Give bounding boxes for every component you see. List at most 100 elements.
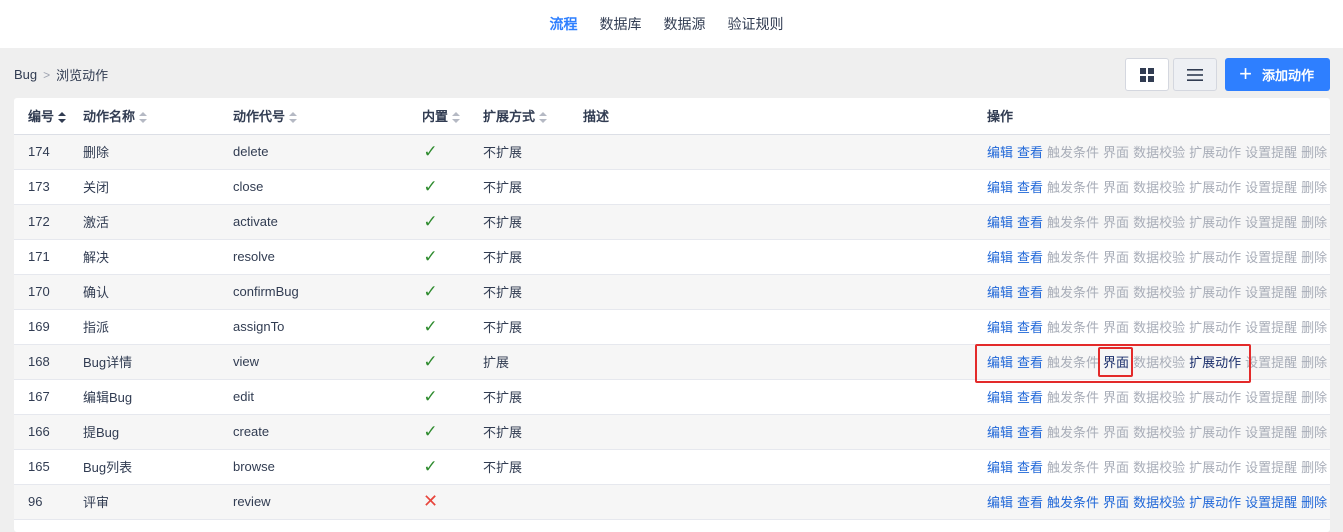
- action-delete-link[interactable]: 删除: [1301, 457, 1327, 476]
- action-extend-action-link[interactable]: 扩展动作: [1189, 492, 1241, 511]
- action-set-reminder-link[interactable]: 设置提醒: [1245, 492, 1297, 511]
- nav-datasource[interactable]: 数据源: [664, 14, 706, 34]
- col-code[interactable]: 动作代号: [233, 98, 408, 135]
- action-view-link[interactable]: 查看: [1017, 177, 1043, 196]
- action-set-reminder-link[interactable]: 设置提醒: [1245, 142, 1297, 161]
- action-ui-link[interactable]: 界面: [1103, 247, 1129, 266]
- action-data-validation-link[interactable]: 数据校验: [1133, 492, 1185, 511]
- add-action-button[interactable]: + 添加动作: [1225, 58, 1330, 91]
- action-edit-link[interactable]: 编辑: [987, 282, 1013, 301]
- action-edit-link[interactable]: 编辑: [987, 422, 1013, 441]
- action-set-reminder-link[interactable]: 设置提醒: [1245, 247, 1297, 266]
- action-extend-action-link[interactable]: 扩展动作: [1189, 142, 1241, 161]
- nav-flow[interactable]: 流程: [550, 14, 578, 34]
- action-trigger-condition-link[interactable]: 触发条件: [1047, 212, 1099, 231]
- action-edit-link[interactable]: 编辑: [987, 387, 1013, 406]
- nav-validation-rules[interactable]: 验证规则: [728, 14, 784, 34]
- action-data-validation-link[interactable]: 数据校验: [1133, 247, 1185, 266]
- action-set-reminder-link[interactable]: 设置提醒: [1245, 352, 1297, 371]
- action-extend-action-link[interactable]: 扩展动作: [1189, 247, 1241, 266]
- nav-database[interactable]: 数据库: [600, 14, 642, 34]
- action-ui-link[interactable]: 界面: [1103, 352, 1129, 371]
- action-extend-action-link[interactable]: 扩展动作: [1189, 422, 1241, 441]
- action-edit-link[interactable]: 编辑: [987, 352, 1013, 371]
- action-delete-link[interactable]: 删除: [1301, 247, 1327, 266]
- action-data-validation-link[interactable]: 数据校验: [1133, 457, 1185, 476]
- col-name[interactable]: 动作名称: [83, 98, 233, 135]
- action-trigger-condition-link[interactable]: 触发条件: [1047, 352, 1099, 371]
- action-trigger-condition-link[interactable]: 触发条件: [1047, 317, 1099, 336]
- action-delete-link[interactable]: 删除: [1301, 177, 1327, 196]
- action-edit-link[interactable]: 编辑: [987, 142, 1013, 161]
- action-trigger-condition-link[interactable]: 触发条件: [1047, 142, 1099, 161]
- action-data-validation-link[interactable]: 数据校验: [1133, 352, 1185, 371]
- action-set-reminder-link[interactable]: 设置提醒: [1245, 457, 1297, 476]
- action-set-reminder-link[interactable]: 设置提醒: [1245, 317, 1297, 336]
- action-trigger-condition-link[interactable]: 触发条件: [1047, 247, 1099, 266]
- action-delete-link[interactable]: 删除: [1301, 387, 1327, 406]
- action-trigger-condition-link[interactable]: 触发条件: [1047, 387, 1099, 406]
- action-extend-action-link[interactable]: 扩展动作: [1189, 387, 1241, 406]
- action-ui-link[interactable]: 界面: [1103, 317, 1129, 336]
- action-delete-link[interactable]: 删除: [1301, 492, 1327, 511]
- action-extend-action-link[interactable]: 扩展动作: [1189, 177, 1241, 196]
- action-extend-action-link[interactable]: 扩展动作: [1189, 282, 1241, 301]
- action-trigger-condition-link[interactable]: 触发条件: [1047, 422, 1099, 441]
- action-data-validation-link[interactable]: 数据校验: [1133, 282, 1185, 301]
- col-id[interactable]: 编号: [14, 98, 83, 135]
- action-data-validation-link[interactable]: 数据校验: [1133, 422, 1185, 441]
- col-builtin[interactable]: 内置: [408, 98, 483, 135]
- action-trigger-condition-link[interactable]: 触发条件: [1047, 282, 1099, 301]
- action-extend-action-link[interactable]: 扩展动作: [1189, 212, 1241, 231]
- action-set-reminder-link[interactable]: 设置提醒: [1245, 282, 1297, 301]
- action-edit-link[interactable]: 编辑: [987, 317, 1013, 336]
- action-trigger-condition-link[interactable]: 触发条件: [1047, 492, 1099, 511]
- action-ui-link[interactable]: 界面: [1103, 212, 1129, 231]
- action-ui-link[interactable]: 界面: [1103, 142, 1129, 161]
- action-data-validation-link[interactable]: 数据校验: [1133, 317, 1185, 336]
- action-view-link[interactable]: 查看: [1017, 387, 1043, 406]
- list-view-button[interactable]: [1173, 58, 1218, 91]
- action-ui-link[interactable]: 界面: [1103, 387, 1129, 406]
- action-delete-link[interactable]: 删除: [1301, 212, 1327, 231]
- action-set-reminder-link[interactable]: 设置提醒: [1245, 177, 1297, 196]
- col-extend[interactable]: 扩展方式: [483, 98, 583, 135]
- action-extend-action-link[interactable]: 扩展动作: [1189, 317, 1241, 336]
- action-set-reminder-link[interactable]: 设置提醒: [1245, 422, 1297, 441]
- action-ui-link[interactable]: 界面: [1103, 457, 1129, 476]
- action-data-validation-link[interactable]: 数据校验: [1133, 142, 1185, 161]
- action-delete-link[interactable]: 删除: [1301, 317, 1327, 336]
- action-view-link[interactable]: 查看: [1017, 422, 1043, 441]
- action-ui-link[interactable]: 界面: [1103, 282, 1129, 301]
- action-data-validation-link[interactable]: 数据校验: [1133, 387, 1185, 406]
- action-edit-link[interactable]: 编辑: [987, 212, 1013, 231]
- breadcrumb-root[interactable]: Bug: [14, 67, 37, 82]
- action-view-link[interactable]: 查看: [1017, 212, 1043, 231]
- action-edit-link[interactable]: 编辑: [987, 177, 1013, 196]
- action-delete-link[interactable]: 删除: [1301, 142, 1327, 161]
- action-trigger-condition-link[interactable]: 触发条件: [1047, 177, 1099, 196]
- action-view-link[interactable]: 查看: [1017, 492, 1043, 511]
- action-edit-link[interactable]: 编辑: [987, 492, 1013, 511]
- action-delete-link[interactable]: 删除: [1301, 282, 1327, 301]
- action-edit-link[interactable]: 编辑: [987, 247, 1013, 266]
- action-data-validation-link[interactable]: 数据校验: [1133, 177, 1185, 196]
- action-view-link[interactable]: 查看: [1017, 142, 1043, 161]
- action-view-link[interactable]: 查看: [1017, 247, 1043, 266]
- action-view-link[interactable]: 查看: [1017, 457, 1043, 476]
- action-delete-link[interactable]: 删除: [1301, 352, 1327, 371]
- action-extend-action-link[interactable]: 扩展动作: [1189, 352, 1241, 371]
- action-set-reminder-link[interactable]: 设置提醒: [1245, 212, 1297, 231]
- action-set-reminder-link[interactable]: 设置提醒: [1245, 387, 1297, 406]
- action-view-link[interactable]: 查看: [1017, 352, 1043, 371]
- action-trigger-condition-link[interactable]: 触发条件: [1047, 457, 1099, 476]
- action-ui-link[interactable]: 界面: [1103, 422, 1129, 441]
- action-delete-link[interactable]: 删除: [1301, 422, 1327, 441]
- action-data-validation-link[interactable]: 数据校验: [1133, 212, 1185, 231]
- action-view-link[interactable]: 查看: [1017, 282, 1043, 301]
- action-edit-link[interactable]: 编辑: [987, 457, 1013, 476]
- action-extend-action-link[interactable]: 扩展动作: [1189, 457, 1241, 476]
- grid-view-button[interactable]: [1125, 58, 1170, 91]
- action-ui-link[interactable]: 界面: [1103, 492, 1129, 511]
- action-ui-link[interactable]: 界面: [1103, 177, 1129, 196]
